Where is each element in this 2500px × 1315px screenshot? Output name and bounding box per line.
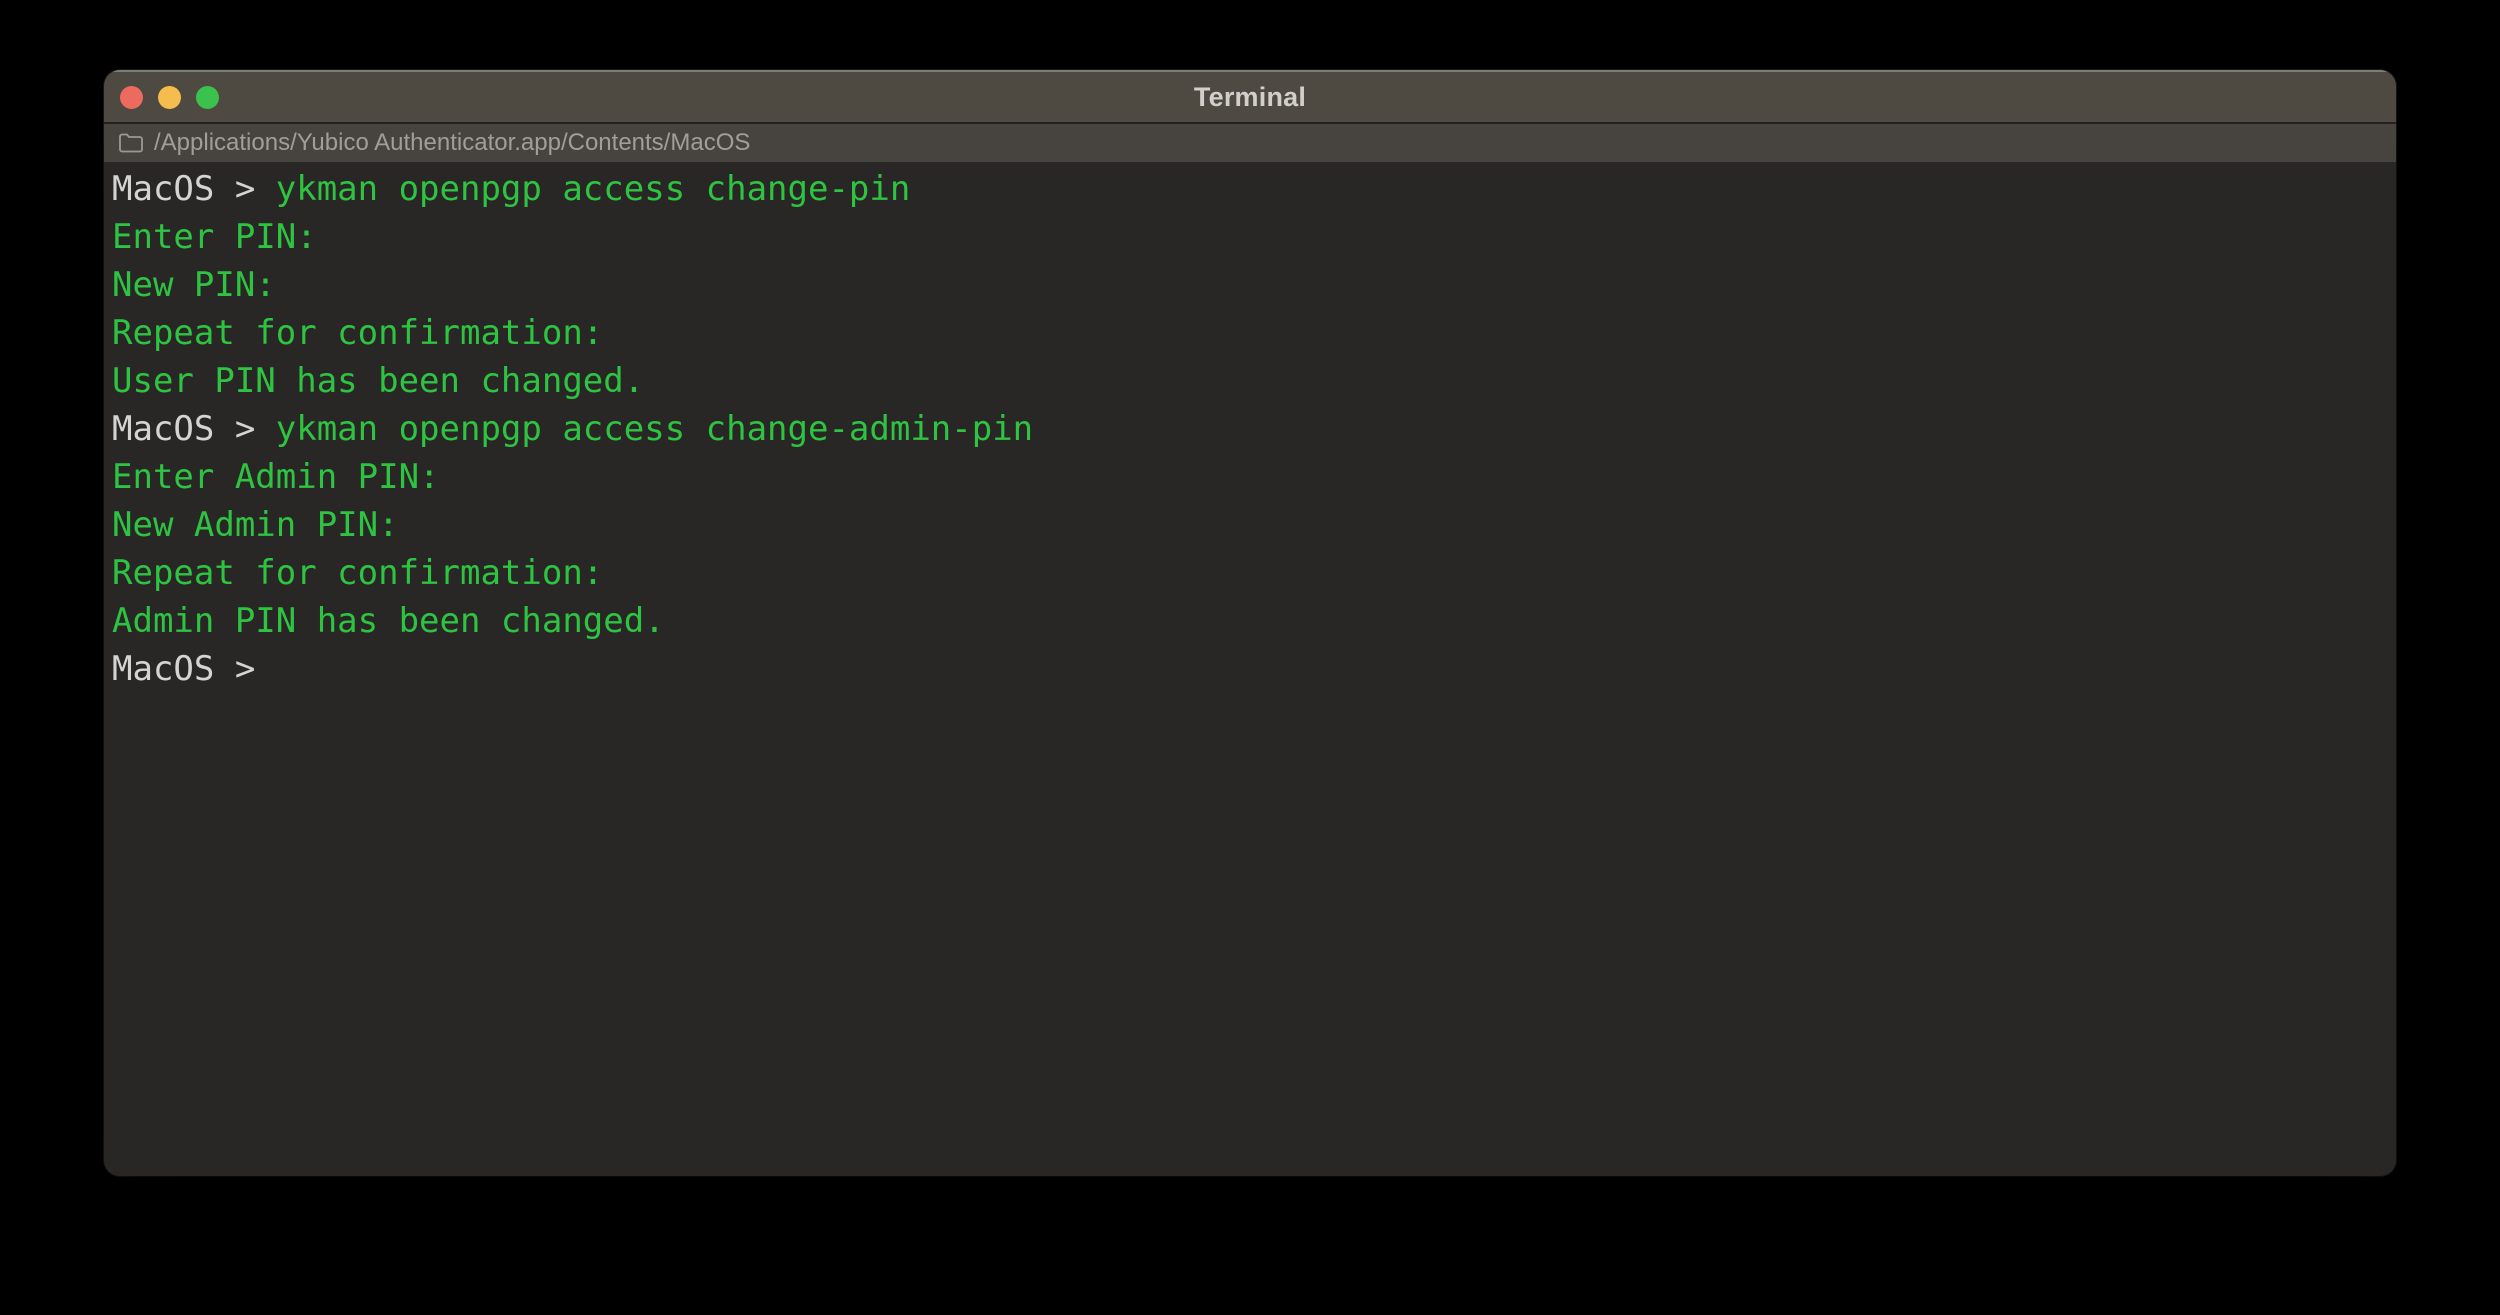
terminal-line: Enter PIN: [112, 213, 2386, 261]
close-button[interactable] [120, 85, 143, 109]
terminal-output[interactable]: MacOS > ykman openpgp access change-pin E… [104, 162, 2396, 1176]
terminal-tab-path: /Applications/Yubico Authenticator.app/C… [154, 129, 751, 156]
titlebar[interactable]: Terminal [104, 70, 2396, 122]
output-text: New PIN: [112, 265, 276, 305]
output-text: Enter Admin PIN: [112, 457, 440, 497]
output-text: New Admin PIN: [112, 505, 399, 545]
command-text: ykman openpgp access change-pin [275, 169, 911, 209]
pathbar: /Applications/Yubico Authenticator.app/C… [104, 122, 2396, 162]
terminal-window: Terminal /Applications/Yubico Authentica… [104, 70, 2396, 1176]
traffic-lights [120, 72, 219, 122]
terminal-line: MacOS > ykman openpgp access change-admi… [112, 405, 2386, 453]
terminal-line: Enter Admin PIN: [112, 453, 2386, 501]
terminal-line: User PIN has been changed. [112, 357, 2386, 405]
output-text: Repeat for confirmation: [112, 553, 604, 593]
folder-icon [119, 133, 143, 153]
output-text: User PIN has been changed. [112, 361, 645, 401]
command-text: ykman openpgp access change-admin-pin [275, 409, 1034, 449]
terminal-line: Repeat for confirmation: [112, 309, 2386, 357]
minimize-button[interactable] [158, 85, 181, 109]
terminal-line: New PIN: [112, 261, 2386, 309]
terminal-line: New Admin PIN: [112, 501, 2386, 549]
terminal-line: Admin PIN has been changed. [112, 597, 2386, 645]
output-text: Admin PIN has been changed. [112, 601, 665, 641]
terminal-line: Repeat for confirmation: [112, 549, 2386, 597]
prompt-text: MacOS > [112, 409, 276, 449]
window-title: Terminal [1193, 81, 1307, 112]
zoom-button[interactable] [196, 85, 219, 109]
terminal-line: MacOS > ykman openpgp access change-pin [112, 165, 2386, 213]
prompt-text: MacOS > [112, 169, 276, 209]
prompt-text: MacOS > [112, 649, 276, 689]
output-text: Enter PIN: [112, 217, 317, 257]
output-text: Repeat for confirmation: [112, 313, 604, 353]
terminal-line: MacOS > [112, 645, 2386, 693]
